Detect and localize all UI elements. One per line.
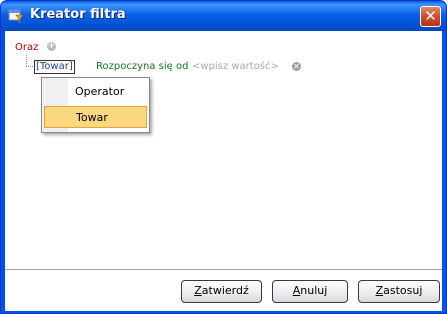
apply-mnemonic: Z (375, 284, 384, 297)
tree-connector-horizontal (26, 66, 33, 67)
group-operator[interactable]: Oraz (15, 42, 38, 54)
menu-item-operator[interactable]: Operator (44, 81, 147, 103)
menu-item-towar[interactable]: Towar (44, 106, 147, 128)
menu-item-label: Towar (76, 111, 108, 124)
condition-field[interactable]: [Towar] (34, 60, 75, 74)
confirm-mnemonic: Z (194, 284, 202, 297)
close-icon: ✕ (424, 7, 437, 25)
cancel-label: nuluj (300, 284, 328, 297)
filter-wizard-window: Kreator filtra ✕ Oraz + [Towar] Rozpoczy… (0, 0, 447, 314)
remove-circle-icon[interactable]: ✕ (292, 62, 301, 71)
filter-editor[interactable]: Oraz + [Towar] Rozpoczyna się od <wpisz … (5, 31, 442, 270)
plus-circle-icon[interactable]: + (47, 42, 56, 51)
window-title: Kreator filtra (30, 7, 126, 22)
tree-connector (26, 55, 27, 66)
field-context-menu: Operator Towar (41, 77, 150, 133)
filter-wizard-icon (8, 9, 24, 24)
apply-label: astosuj (383, 284, 423, 297)
menu-item-label: Operator (75, 85, 125, 98)
title-bar[interactable]: Kreator filtra ✕ (1, 1, 446, 31)
condition-value-placeholder[interactable]: <wpisz wartość> (192, 61, 279, 73)
cancel-button[interactable]: Anuluj (272, 280, 348, 303)
confirm-label: atwierdź (201, 284, 249, 297)
apply-button[interactable]: Zastosuj (358, 280, 440, 303)
confirm-button[interactable]: Zatwierdź (181, 280, 262, 303)
condition-operator[interactable]: Rozpoczyna się od (96, 61, 188, 73)
close-button[interactable]: ✕ (420, 6, 441, 27)
